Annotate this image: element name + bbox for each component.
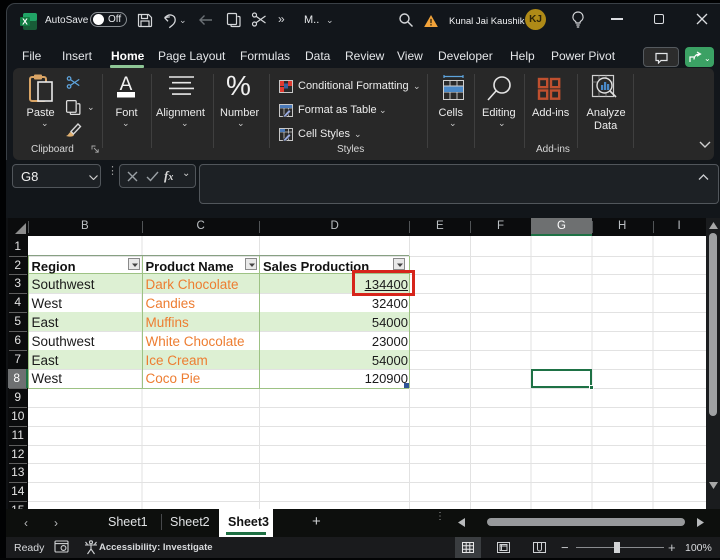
svg-text:X: X [22,17,28,27]
svg-text:A: A [120,74,133,95]
